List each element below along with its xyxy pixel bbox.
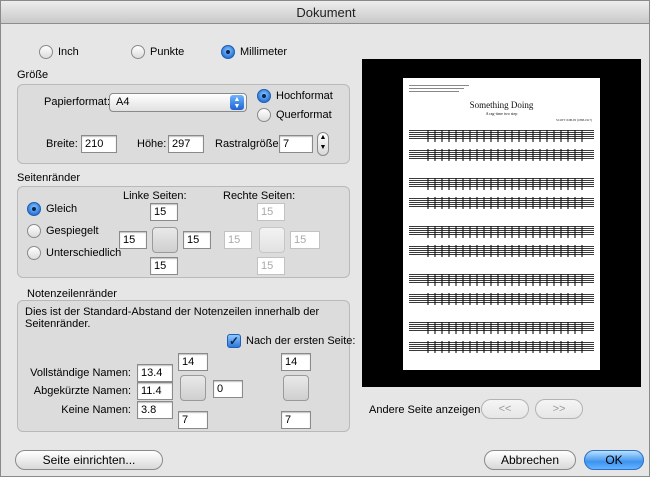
gleich-label: Gleich xyxy=(46,203,78,215)
unterschiedlich-label: Unterschiedlich xyxy=(46,247,122,259)
papierformat-value: A4 xyxy=(116,96,130,108)
nach-erster-seite-label: Nach der ersten Seite: xyxy=(246,335,356,347)
window-title: Dokument xyxy=(1,1,649,24)
margins-gleich-radio[interactable]: Gleich xyxy=(27,202,77,216)
left-page-bottom-margin[interactable]: 15 xyxy=(150,257,178,275)
score-page: Something Doing A rag-time two step SCOT… xyxy=(403,78,600,370)
keine-namen-field[interactable]: 3.8 xyxy=(137,401,173,419)
radio-icon xyxy=(39,45,53,59)
previous-page-button[interactable]: << xyxy=(481,399,529,419)
vollstaendige-namen-label: Vollständige Namen: xyxy=(30,367,131,379)
radio-icon xyxy=(257,108,271,122)
staff-margin-preview-after xyxy=(283,375,309,401)
score-subtitle: A rag-time two step xyxy=(485,111,518,116)
seite-einrichten-button[interactable]: Seite einrichten... xyxy=(15,450,163,470)
unit-inch-radio[interactable]: Inch xyxy=(39,45,79,59)
abgekuerzte-namen-label: Abgekürzte Namen: xyxy=(33,385,131,397)
hoehe-label: Höhe: xyxy=(137,138,167,150)
staff-right-margin-first[interactable]: 0 xyxy=(213,380,243,398)
score-composer: SCOTT JOPLIN (1868-1917) xyxy=(556,118,592,122)
ok-button[interactable]: OK xyxy=(584,450,644,470)
checkmark-icon: ✓ xyxy=(227,334,241,348)
unit-punkte-label: Punkte xyxy=(150,46,185,58)
papierformat-label: Papierformat: xyxy=(44,96,111,108)
unit-millimeter-label: Millimeter xyxy=(240,46,288,58)
radio-icon xyxy=(27,224,41,238)
left-page-left-margin[interactable]: 15 xyxy=(119,231,147,249)
abbrechen-button[interactable]: Abbrechen xyxy=(484,450,576,470)
radio-selected-icon xyxy=(221,45,235,59)
keine-namen-label: Keine Namen: xyxy=(61,404,131,416)
rastral-label: Rastralgröße: xyxy=(215,138,282,150)
staff-top-margin-after[interactable]: 14 xyxy=(281,353,311,371)
margins-unterschiedlich-radio[interactable]: Unterschiedlich xyxy=(27,246,121,260)
right-page-margin-preview xyxy=(259,227,285,253)
gespiegelt-label: Gespiegelt xyxy=(46,225,99,237)
notenzeilen-description: Dies ist der Standard-Abstand der Notenz… xyxy=(25,306,320,330)
header-line xyxy=(409,88,464,89)
right-page-right-margin: 15 xyxy=(290,231,320,249)
right-page-top-margin: 15 xyxy=(257,203,285,221)
score-system xyxy=(409,130,594,162)
staff-bottom-margin-first[interactable]: 7 xyxy=(178,411,208,429)
right-page-bottom-margin: 15 xyxy=(257,257,285,275)
abgekuerzte-namen-field[interactable]: 11.4 xyxy=(137,382,173,400)
header-line xyxy=(409,85,469,86)
left-page-top-margin[interactable]: 15 xyxy=(150,203,178,221)
notenzeilenraender-label: Notenzeilenränder xyxy=(27,288,117,300)
rechte-seiten-label: Rechte Seiten: xyxy=(223,190,296,202)
score-system xyxy=(409,178,594,210)
staff-bottom-margin-after[interactable]: 7 xyxy=(281,411,311,429)
document-dialog: Dokument Inch Punkte Millimeter Größe Pa… xyxy=(0,0,650,477)
unit-inch-label: Inch xyxy=(58,46,79,58)
radio-icon xyxy=(27,246,41,260)
hochformat-radio[interactable]: Hochformat xyxy=(257,89,333,103)
breite-label: Breite: xyxy=(46,138,78,150)
next-page-button[interactable]: >> xyxy=(535,399,583,419)
staff-margin-preview-first xyxy=(180,375,206,401)
rastral-stepper[interactable]: ▲ ▼ xyxy=(317,132,329,156)
unit-punkte-radio[interactable]: Punkte xyxy=(131,45,184,59)
vollstaendige-namen-field[interactable]: 13.4 xyxy=(137,364,173,382)
unit-millimeter-radio[interactable]: Millimeter xyxy=(221,45,287,59)
hochformat-label: Hochformat xyxy=(276,90,333,102)
score-system xyxy=(409,226,594,258)
querformat-label: Querformat xyxy=(276,109,332,121)
left-page-right-margin[interactable]: 15 xyxy=(183,231,211,249)
header-line xyxy=(409,91,459,92)
radio-selected-icon xyxy=(257,89,271,103)
nach-erster-seite-checkbox[interactable]: ✓ Nach der ersten Seite: xyxy=(227,334,355,348)
score-system xyxy=(409,322,594,354)
score-system xyxy=(409,274,594,306)
rastral-field[interactable]: 7 xyxy=(279,135,313,153)
select-arrows-icon: ▲ ▼ xyxy=(230,95,244,110)
seitenraender-label: Seitenränder xyxy=(17,172,80,184)
andere-seite-label: Andere Seite anzeigen xyxy=(369,404,481,416)
staff-top-margin-first[interactable]: 14 xyxy=(178,353,208,371)
margins-gespiegelt-radio[interactable]: Gespiegelt xyxy=(27,224,99,238)
score-title: Something Doing xyxy=(469,100,534,110)
linke-seiten-label: Linke Seiten: xyxy=(123,190,187,202)
radio-icon xyxy=(131,45,145,59)
groesse-label: Größe xyxy=(17,69,49,81)
breite-field[interactable]: 210 xyxy=(81,135,117,153)
hoehe-field[interactable]: 297 xyxy=(168,135,204,153)
papierformat-select[interactable]: A4 ▲ ▼ xyxy=(109,93,247,112)
left-page-margin-preview xyxy=(152,227,178,253)
page-preview: Something Doing A rag-time two step SCOT… xyxy=(362,59,641,387)
radio-selected-icon xyxy=(27,202,41,216)
right-page-left-margin: 15 xyxy=(224,231,252,249)
querformat-radio[interactable]: Querformat xyxy=(257,108,332,122)
